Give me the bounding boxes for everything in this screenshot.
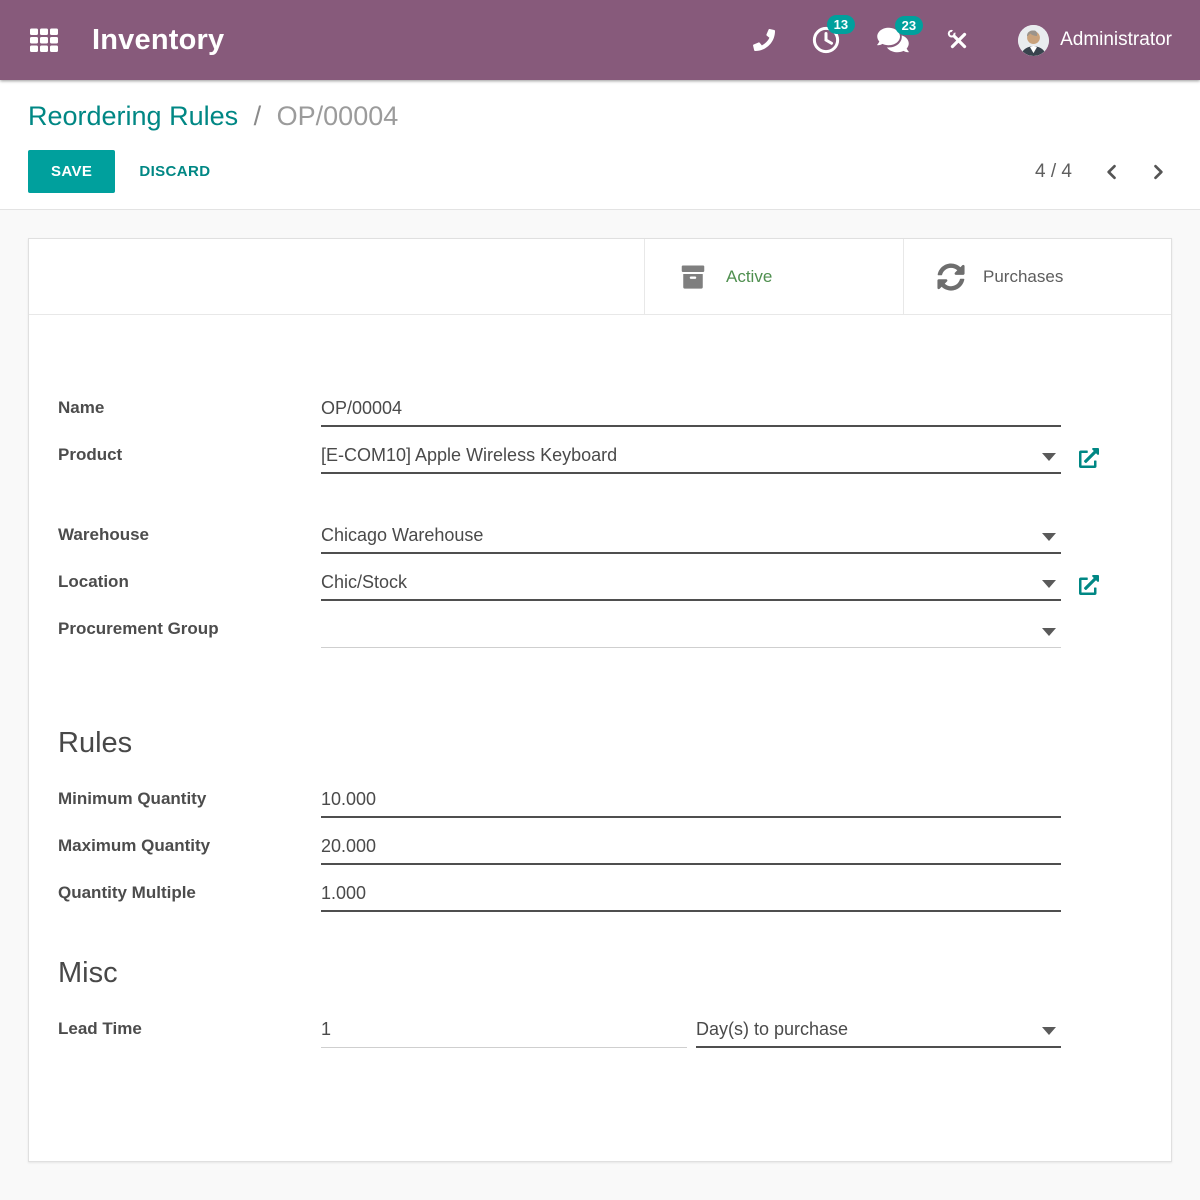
messages-menu-button[interactable]: 23 xyxy=(877,26,909,54)
field-row-quantity-multiple: Quantity Multiple 1.000 xyxy=(58,882,1171,912)
pager: 4 / 4 xyxy=(1035,158,1172,186)
breadcrumb-current: OP/00004 xyxy=(277,101,399,131)
field-row-procurement-group: Procurement Group xyxy=(58,618,1171,648)
name-label: Name xyxy=(58,397,321,427)
breadcrumb: Reordering Rules / OP/00004 xyxy=(28,98,1172,134)
field-row-product: Product [E-COM10] Apple Wireless Keyboar… xyxy=(58,444,1171,474)
product-caret-down-icon[interactable] xyxy=(1042,453,1056,461)
field-row-name: Name OP/00004 xyxy=(58,397,1171,427)
stat-button-box: Active Purchases xyxy=(29,239,1171,315)
lead-time-uom-select[interactable]: Day(s) to purchase xyxy=(696,1018,1061,1048)
archive-box-icon xyxy=(678,262,708,292)
purchases-button-label: Purchases xyxy=(983,267,1063,287)
product-value: [E-COM10] Apple Wireless Keyboard xyxy=(321,445,617,465)
active-button-label: Active xyxy=(726,267,772,287)
location-caret-down-icon[interactable] xyxy=(1042,580,1056,588)
tools-icon xyxy=(945,27,972,54)
lead-time-uom-value: Day(s) to purchase xyxy=(696,1019,848,1039)
min-quantity-input[interactable]: 10.000 xyxy=(321,788,1061,818)
support-tools-button[interactable] xyxy=(945,27,972,54)
field-row-max-quantity: Maximum Quantity 20.000 xyxy=(58,835,1171,865)
activities-menu-button[interactable]: 13 xyxy=(811,25,841,55)
procurement-group-caret-down-icon[interactable] xyxy=(1042,628,1056,636)
breadcrumb-parent-link[interactable]: Reordering Rules xyxy=(28,101,238,131)
voip-phone-button[interactable] xyxy=(753,29,775,51)
max-quantity-input[interactable]: 20.000 xyxy=(321,835,1061,865)
procurement-group-input[interactable] xyxy=(321,626,1061,648)
pager-previous-button[interactable] xyxy=(1098,158,1126,186)
location-value: Chic/Stock xyxy=(321,572,407,592)
messages-badge: 23 xyxy=(895,16,923,35)
field-row-warehouse: Warehouse Chicago Warehouse xyxy=(58,524,1171,554)
user-menu[interactable]: Administrator xyxy=(1018,25,1172,56)
apps-grid-icon xyxy=(28,25,60,55)
location-label: Location xyxy=(58,571,321,601)
lead-time-label: Lead Time xyxy=(58,1018,321,1048)
quantity-multiple-label: Quantity Multiple xyxy=(58,882,321,912)
navbar-systray: 13 23 xyxy=(753,25,1172,56)
chevron-left-icon xyxy=(1102,162,1122,182)
apps-menu-button[interactable] xyxy=(28,24,62,56)
form-card: Active Purchases Name OP/00004 Product [… xyxy=(28,238,1172,1162)
field-row-lead-time: Lead Time 1 Day(s) to purchase xyxy=(58,1018,1171,1048)
product-external-link-icon[interactable] xyxy=(1079,448,1099,468)
sync-icon xyxy=(937,263,965,291)
rules-section-title: Rules xyxy=(58,724,1171,762)
control-panel: Reordering Rules / OP/00004 SAVE DISCARD… xyxy=(0,80,1200,210)
product-input[interactable]: [E-COM10] Apple Wireless Keyboard xyxy=(321,444,1061,474)
warehouse-caret-down-icon[interactable] xyxy=(1042,533,1056,541)
chevron-right-icon xyxy=(1148,162,1168,182)
user-avatar xyxy=(1018,25,1049,56)
location-input[interactable]: Chic/Stock xyxy=(321,571,1061,601)
breadcrumb-separator: / xyxy=(254,101,262,131)
field-row-min-quantity: Minimum Quantity 10.000 xyxy=(58,788,1171,818)
control-panel-actions: SAVE DISCARD 4 / 4 xyxy=(28,150,1172,193)
top-navbar: Inventory 13 23 xyxy=(0,0,1200,80)
max-quantity-label: Maximum Quantity xyxy=(58,835,321,865)
product-label: Product xyxy=(58,444,321,474)
main-content: Active Purchases Name OP/00004 Product [… xyxy=(0,210,1200,1190)
save-button[interactable]: SAVE xyxy=(28,150,115,193)
discard-button[interactable]: DISCARD xyxy=(139,163,210,180)
lead-time-uom-caret-down-icon[interactable] xyxy=(1042,1027,1056,1035)
phone-icon xyxy=(753,29,775,51)
field-row-location: Location Chic/Stock xyxy=(58,571,1171,601)
location-external-link-icon[interactable] xyxy=(1079,575,1099,595)
min-quantity-label: Minimum Quantity xyxy=(58,788,321,818)
form-sheet: Name OP/00004 Product [E-COM10] Apple Wi… xyxy=(29,315,1171,1048)
pager-next-button[interactable] xyxy=(1144,158,1172,186)
app-title[interactable]: Inventory xyxy=(92,24,224,57)
lead-time-fields: 1 Day(s) to purchase xyxy=(321,1018,1061,1048)
lead-time-input[interactable]: 1 xyxy=(321,1018,687,1048)
active-toggle-button[interactable]: Active xyxy=(644,239,903,314)
misc-section-title: Misc xyxy=(58,954,1171,992)
quantity-multiple-input[interactable]: 1.000 xyxy=(321,882,1061,912)
warehouse-label: Warehouse xyxy=(58,524,321,554)
activities-badge: 13 xyxy=(827,15,855,34)
procurement-group-label: Procurement Group xyxy=(58,618,321,648)
warehouse-value: Chicago Warehouse xyxy=(321,525,483,545)
purchases-stat-button[interactable]: Purchases xyxy=(903,239,1171,314)
pager-count: 4 / 4 xyxy=(1035,161,1072,183)
name-input[interactable]: OP/00004 xyxy=(321,397,1061,427)
warehouse-input[interactable]: Chicago Warehouse xyxy=(321,524,1061,554)
user-name: Administrator xyxy=(1060,29,1172,51)
